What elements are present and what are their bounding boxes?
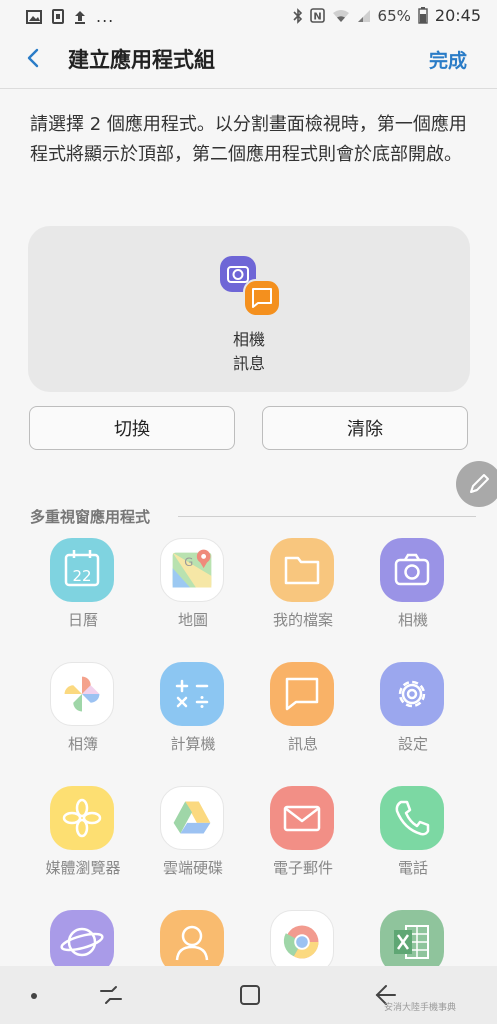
app-settings[interactable]: 設定 [358,662,468,772]
done-button[interactable]: 完成 [429,46,467,73]
back-arrow-icon[interactable] [22,46,46,70]
app-label: 設定 [397,735,428,753]
section-divider [178,516,476,517]
bluetooth-icon [292,7,302,24]
gear-icon [380,662,444,726]
photos-icon [50,662,114,726]
header-divider [0,88,497,89]
app-pair-icon [220,256,281,317]
clear-button[interactable]: 清除 [262,406,468,450]
status-right-icons: N 65% 20:45 [292,6,481,25]
home-icon [240,985,260,1005]
image-icon [26,9,42,24]
camera-icon [380,538,444,602]
phone-icon [380,786,444,850]
home-button[interactable] [237,982,263,1008]
app-drive[interactable]: 雲端硬碟 [138,786,248,896]
svg-text:G: G [184,555,193,569]
message-icon [243,279,281,317]
folder-icon [270,538,334,602]
app-bar: 建立應用程式組 完成 [0,32,497,86]
internet-icon [50,910,114,974]
app-phone[interactable]: 電話 [358,786,468,896]
sim-icon [52,9,64,24]
recent-apps-icon [100,986,122,1004]
app-label: 相簿 [67,735,98,753]
app-label: 日曆 [67,611,98,629]
app-camera[interactable]: 相機 [358,538,468,648]
app-label: 地圖 [177,611,208,629]
app-maps[interactable]: G 地圖 [138,538,248,648]
app-label: 計算機 [170,735,216,753]
chrome-icon [270,910,334,974]
app-calculator[interactable]: 計算機 [138,662,248,772]
status-left-icons: ... [26,7,114,26]
app-calendar[interactable]: 22 日曆 [28,538,138,648]
status-bar: ... N 65% 20:45 [0,0,497,32]
app-label: 我的檔案 [272,611,333,629]
recent-apps-button[interactable] [98,982,124,1008]
app-email[interactable]: 電子郵件 [248,786,358,896]
battery-icon [418,7,428,24]
signal-icon [357,9,370,22]
maps-icon: G [160,538,224,602]
app-label: 相機 [397,611,428,629]
pair-labels: 相機 訊息 [200,328,298,376]
app-label: 訊息 [287,735,318,753]
drive-icon [160,786,224,850]
battery-percent: 65% [377,6,411,25]
nav-dot[interactable] [31,993,37,999]
clock: 20:45 [434,6,481,25]
message-icon [270,662,334,726]
svg-text:N: N [313,12,321,23]
upload-icon [75,10,85,24]
wifi-icon [332,9,349,22]
app-label: 媒體瀏覽器 [45,859,121,877]
app-my-files[interactable]: 我的檔案 [248,538,358,648]
watermark: 安消大陸手機事典 [384,1003,457,1013]
mail-icon [270,786,334,850]
instruction-text: 請選擇 2 個應用程式。以分割畫面檢視時，第一個應用程式將顯示於頂部，第二個應用… [30,114,467,165]
app-media-browser[interactable]: 媒體瀏覽器 [28,786,138,896]
swap-button[interactable]: 切換 [29,406,235,450]
calendar-date: 22 [72,567,91,585]
media-icon [50,786,114,850]
app-messages[interactable]: 訊息 [248,662,358,772]
more-icon: ... [96,7,115,26]
edit-handle[interactable] [456,461,497,507]
app-label: 雲端硬碟 [162,859,223,877]
app-photos[interactable]: 相簿 [28,662,138,772]
nfc-icon: N [309,8,325,23]
pair-first-label: 相機 [232,330,265,349]
section-title: 多重視窗應用程式 [30,508,151,526]
pair-second-label: 訊息 [232,354,265,373]
app-label: 電話 [397,859,428,877]
pencil-icon [470,474,489,493]
contacts-icon [160,910,224,974]
calendar-icon: 22 [50,538,114,602]
excel-icon [380,910,444,974]
calculator-icon [160,662,224,726]
app-label: 電子郵件 [272,859,333,877]
page-title: 建立應用程式組 [68,48,215,72]
